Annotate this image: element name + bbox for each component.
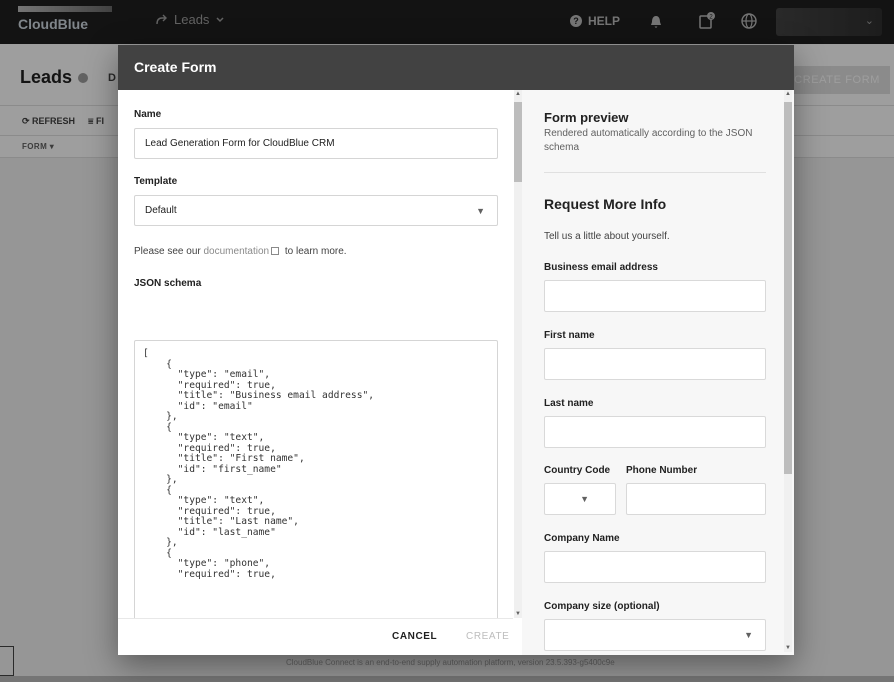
dropdown-arrow-icon: ▼	[580, 494, 589, 504]
template-select[interactable]: Default ▼	[134, 195, 498, 226]
preview-company-size-select[interactable]: ▼	[544, 619, 766, 651]
scroll-down-icon: ▼	[785, 645, 791, 651]
preview-phone-number-input[interactable]	[626, 483, 766, 515]
preview-phone-number-label: Phone Number	[626, 465, 698, 476]
name-input[interactable]: Lead Generation Form for CloudBlue CRM	[134, 128, 498, 159]
preview-last-name-input[interactable]	[544, 416, 766, 448]
preview-scrollbar[interactable]: ▲ ▼	[784, 90, 792, 652]
name-label: Name	[134, 109, 162, 120]
preview-country-code-label: Country Code	[544, 465, 611, 476]
help-prefix: Please see our	[134, 246, 204, 257]
external-link-icon	[271, 247, 280, 256]
dropdown-arrow-icon: ▼	[476, 206, 485, 216]
preview-email-label: Business email address	[544, 262, 658, 273]
template-label: Template	[134, 176, 178, 187]
documentation-link[interactable]: documentation	[204, 246, 270, 257]
preview-company-size-label: Company size (optional)	[544, 601, 660, 612]
preview-form-title: Request More Info	[544, 196, 667, 212]
help-suffix: to learn more.	[282, 246, 347, 257]
form-scrollbar[interactable]: ▲ ▼	[514, 90, 522, 618]
create-button[interactable]: CREATE	[466, 631, 509, 642]
form-scrollbar-thumb[interactable]	[514, 102, 522, 182]
scroll-up-icon: ▲	[785, 91, 791, 97]
scroll-down-icon: ▼	[515, 611, 521, 617]
preview-title: Form preview	[544, 110, 629, 125]
preview-last-name-label: Last name	[544, 398, 594, 409]
cancel-button[interactable]: CANCEL	[392, 631, 437, 642]
preview-company-name-label: Company Name	[544, 533, 620, 544]
preview-scrollbar-thumb[interactable]	[784, 102, 792, 474]
json-schema-text: [ { "type": "email", "required": true, "…	[143, 348, 375, 580]
preview-company-name-input[interactable]	[544, 551, 766, 583]
name-input-value: Lead Generation Form for CloudBlue CRM	[145, 138, 335, 149]
dialog-actions: CANCEL CREATE	[118, 618, 513, 655]
scroll-up-icon: ▲	[515, 91, 521, 97]
dropdown-arrow-icon: ▼	[744, 630, 753, 640]
preview-form-description: Tell us a little about yourself.	[544, 231, 670, 242]
preview-subtitle: Rendered automatically according to the …	[544, 128, 753, 153]
dialog-header: Create Form	[118, 45, 794, 90]
documentation-help-text: Please see our documentation to learn mo…	[134, 246, 347, 257]
json-schema-label: JSON schema	[134, 278, 202, 289]
preview-email-input[interactable]	[544, 280, 766, 312]
preview-divider	[544, 172, 766, 173]
json-schema-editor[interactable]: [ { "type": "email", "required": true, "…	[134, 340, 498, 618]
dialog-title: Create Form	[134, 59, 217, 75]
template-select-value: Default	[145, 205, 177, 216]
preview-country-code-select[interactable]: ▼	[544, 483, 616, 515]
preview-first-name-input[interactable]	[544, 348, 766, 380]
preview-first-name-label: First name	[544, 330, 595, 341]
form-preview-panel: Form preview Rendered automatically acco…	[522, 90, 794, 655]
form-column: Name Lead Generation Form for CloudBlue …	[118, 90, 513, 618]
create-form-dialog: Create Form Name Lead Generation Form fo…	[118, 45, 794, 655]
